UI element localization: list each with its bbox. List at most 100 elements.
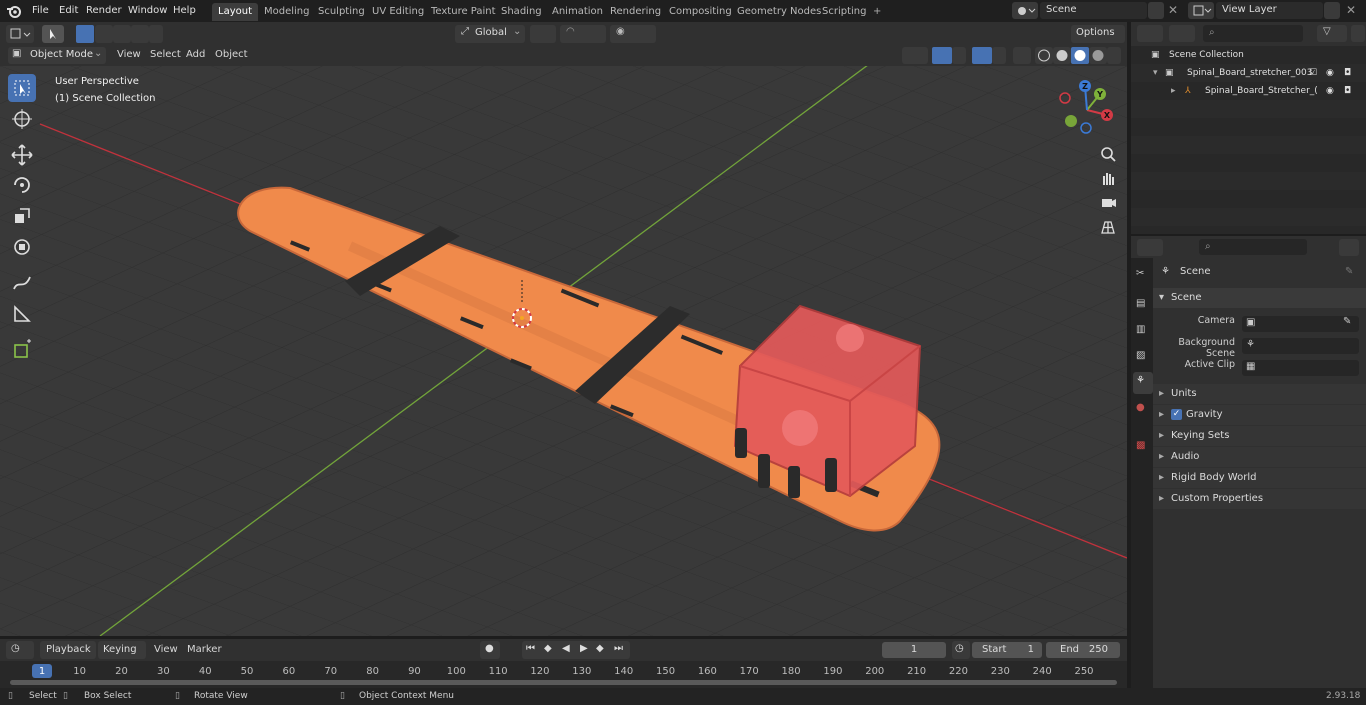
active-clip-field[interactable]: ▦: [1242, 360, 1359, 376]
expand-arrow-icon[interactable]: ▾: [1153, 64, 1158, 82]
measure-tool[interactable]: [8, 300, 36, 328]
menu-edit[interactable]: Edit: [55, 3, 82, 19]
output-tab-icon[interactable]: ▥: [1136, 324, 1145, 335]
gizmo-neg-y[interactable]: [1065, 115, 1077, 127]
timeline-editor-type-button[interactable]: ◷: [6, 641, 34, 659]
annotate-tool[interactable]: [8, 269, 36, 297]
new-scene-icon[interactable]: [1148, 2, 1164, 19]
tab-modeling[interactable]: Modeling: [258, 3, 316, 21]
preview-range-toggle[interactable]: ◷: [952, 641, 970, 659]
tab-scripting[interactable]: Scripting: [816, 3, 872, 21]
add-workspace-button[interactable]: +: [867, 3, 887, 21]
overlays-toggle[interactable]: [972, 47, 992, 64]
scene-panel-header[interactable]: ▾ Scene: [1153, 288, 1366, 308]
outliner-row-scene-collection[interactable]: ▣ Scene Collection: [1131, 46, 1366, 64]
shading-wireframe-button[interactable]: [1035, 47, 1053, 64]
jump-start-icon[interactable]: ⏮: [526, 643, 535, 654]
scene-browse-button[interactable]: [1012, 2, 1038, 19]
3d-viewport[interactable]: User Perspective (1) Scene Collection X …: [0, 66, 1127, 636]
prev-keyframe-icon[interactable]: ◆: [544, 643, 552, 654]
scene-tab[interactable]: ⚘: [1133, 372, 1153, 394]
tab-texture-paint[interactable]: Texture Paint: [425, 3, 502, 21]
options-dropdown[interactable]: Options: [1071, 25, 1125, 43]
custom-properties-panel-header[interactable]: ▸ Custom Properties: [1153, 489, 1366, 509]
select-intersect-mode-button[interactable]: [149, 25, 163, 43]
object-mode-dropdown[interactable]: ▣ Object Mode ⌄: [8, 47, 106, 64]
proportional-edit-toggle[interactable]: ◉: [610, 25, 656, 43]
menu-help[interactable]: Help: [169, 3, 200, 19]
tab-sculpting[interactable]: Sculpting: [312, 3, 371, 21]
tab-layout[interactable]: Layout: [212, 3, 258, 21]
select-invert-mode-button[interactable]: [131, 25, 149, 43]
rigid-body-world-panel-header[interactable]: ▸ Rigid Body World: [1153, 468, 1366, 488]
tool-tab-icon[interactable]: ✂: [1136, 268, 1144, 279]
transform-tool[interactable]: [8, 233, 36, 261]
viewport-menu-view[interactable]: View: [113, 47, 145, 63]
scale-tool[interactable]: [8, 202, 36, 230]
expand-arrow-icon[interactable]: ▸: [1171, 82, 1176, 100]
gizmo-neg-z[interactable]: [1080, 122, 1092, 134]
exclude-checkbox[interactable]: ☑: [1309, 64, 1317, 82]
snap-toggle[interactable]: ◠: [560, 25, 606, 43]
auto-keying-toggle[interactable]: ●: [480, 641, 500, 659]
display-mode-dropdown[interactable]: [1169, 25, 1195, 42]
properties-editor-type-button[interactable]: [1137, 239, 1163, 256]
delete-scene-icon[interactable]: ✕: [1168, 3, 1178, 17]
world-tab-icon[interactable]: ●: [1136, 402, 1145, 413]
gravity-checkbox[interactable]: ✓: [1171, 409, 1182, 420]
shading-solid-button[interactable]: [1053, 47, 1071, 64]
end-frame-field[interactable]: End 250: [1046, 642, 1120, 658]
select-new-mode-button[interactable]: [76, 25, 94, 43]
tab-rendering[interactable]: Rendering: [604, 3, 667, 21]
xray-toggle[interactable]: [1013, 47, 1031, 64]
camera-view-button[interactable]: [1097, 191, 1119, 213]
current-frame-field[interactable]: 1: [882, 642, 946, 658]
tab-shading[interactable]: Shading: [495, 3, 548, 21]
filter-dropdown[interactable]: ▽: [1317, 25, 1347, 42]
gizmo-toggle[interactable]: [932, 47, 952, 64]
select-box-tool[interactable]: [8, 74, 36, 102]
play-reverse-icon[interactable]: ◀: [562, 643, 570, 654]
start-frame-field[interactable]: Start 1: [972, 642, 1042, 658]
background-scene-field[interactable]: ⚘: [1242, 338, 1359, 354]
shading-material-button[interactable]: [1071, 47, 1089, 64]
pin-icon[interactable]: ✎: [1345, 262, 1353, 282]
eyedropper-icon[interactable]: ✎: [1343, 316, 1351, 327]
camera-render-icon[interactable]: ◘: [1344, 64, 1351, 82]
eye-icon[interactable]: ◉: [1326, 64, 1334, 82]
playback-menu[interactable]: Playback: [40, 641, 96, 659]
menu-file[interactable]: File: [28, 3, 53, 19]
shading-rendered-button[interactable]: [1089, 47, 1107, 64]
perspective-toggle-button[interactable]: [1097, 216, 1119, 238]
editor-type-button[interactable]: [6, 25, 34, 43]
tab-compositing[interactable]: Compositing: [663, 3, 738, 21]
view-layer-field[interactable]: View Layer: [1216, 2, 1323, 19]
gizmo-dropdown[interactable]: [952, 47, 966, 64]
play-icon[interactable]: ▶: [580, 643, 588, 654]
view-layer-browse-button[interactable]: [1188, 2, 1214, 19]
pivot-point-dropdown[interactable]: [530, 25, 556, 43]
next-keyframe-icon[interactable]: ◆: [596, 643, 604, 654]
render-tab-icon[interactable]: ▤: [1136, 298, 1145, 309]
outliner-editor-type-button[interactable]: [1137, 25, 1163, 42]
viewport-menu-add[interactable]: Add: [182, 47, 209, 63]
select-subtract-mode-button[interactable]: [113, 25, 131, 43]
timeline-marker-menu[interactable]: Marker: [183, 642, 226, 658]
jump-end-icon[interactable]: ⏭: [614, 643, 623, 654]
properties-search-input[interactable]: ⌕: [1199, 239, 1307, 255]
keying-menu[interactable]: Keying: [98, 641, 146, 659]
pan-view-button[interactable]: [1097, 167, 1119, 189]
eye-icon[interactable]: ◉: [1326, 82, 1334, 100]
transform-orientation-dropdown[interactable]: ⤢ Global ⌄: [455, 25, 525, 43]
delete-view-layer-icon[interactable]: ✕: [1346, 3, 1356, 17]
texture-tab-icon[interactable]: ▩: [1136, 440, 1145, 451]
viewport-menu-select[interactable]: Select: [146, 47, 185, 63]
tab-animation[interactable]: Animation: [546, 3, 609, 21]
menu-render[interactable]: Render: [82, 3, 126, 19]
new-view-layer-icon[interactable]: [1324, 2, 1340, 19]
menu-window[interactable]: Window: [124, 3, 171, 19]
select-extend-mode-button[interactable]: [95, 25, 113, 43]
add-cube-tool[interactable]: [8, 336, 36, 364]
viewport-menu-object[interactable]: Object: [211, 47, 252, 63]
cursor-tool[interactable]: [8, 105, 36, 133]
